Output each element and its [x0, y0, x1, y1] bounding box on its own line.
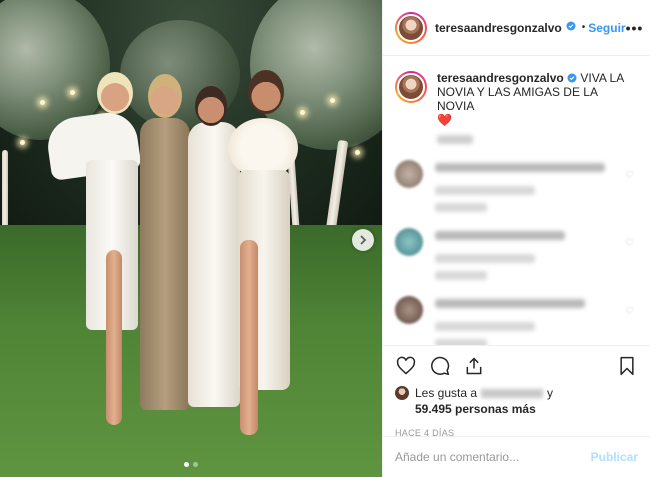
add-comment-bar: Publicar — [383, 436, 650, 477]
photo-light — [355, 150, 360, 155]
blurred-text — [435, 203, 487, 212]
more-options-icon[interactable]: ••• — [626, 20, 644, 36]
comment-like-icon[interactable]: ♡ — [625, 306, 634, 317]
bookmark-icon[interactable] — [616, 355, 638, 377]
comment-item: ♡ — [395, 228, 638, 280]
blurred-text — [435, 163, 605, 172]
chevron-right-icon — [360, 235, 367, 245]
avatar[interactable] — [395, 71, 427, 103]
share-arrow-icon[interactable] — [463, 355, 485, 377]
photo-dress — [188, 122, 240, 407]
photo-light — [20, 140, 25, 145]
post-actions: Les gusta a y 59.495 personas más HACE 4… — [383, 345, 650, 438]
post-caption: teresaandresgonzalvo VIVA LA NOVIA Y LAS… — [395, 71, 638, 127]
photo-head — [148, 74, 182, 118]
publish-button[interactable]: Publicar — [591, 450, 638, 464]
photo-head — [97, 72, 133, 114]
likes-line: Les gusta a y — [395, 386, 638, 400]
caption-username[interactable]: teresaandresgonzalvo — [437, 71, 564, 85]
photo-leg — [106, 250, 122, 425]
blurred-text — [435, 254, 535, 263]
verified-badge-icon — [566, 21, 576, 34]
photo-head — [248, 70, 284, 114]
caption-meta-blurred — [437, 135, 638, 144]
carousel-indicator — [0, 462, 382, 467]
post-header: teresaandresgonzalvo • Seguir ••• — [383, 0, 650, 56]
blurred-text — [435, 231, 565, 240]
photo-feathers — [228, 118, 298, 178]
photo-light — [70, 90, 75, 95]
speech-bubble-icon[interactable] — [429, 355, 451, 377]
avatar[interactable] — [395, 296, 423, 324]
comment-body-blurred — [435, 228, 625, 280]
post-photo[interactable] — [0, 0, 382, 477]
blurred-text — [435, 186, 535, 195]
action-icons — [395, 352, 638, 380]
photo-light — [330, 98, 335, 103]
comment-item: ♡ — [395, 160, 638, 212]
avatar[interactable] — [395, 228, 423, 256]
photo-tree-trunk — [2, 150, 8, 230]
verified-badge-icon — [567, 73, 577, 83]
avatar[interactable] — [395, 160, 423, 188]
photo-light — [300, 110, 305, 115]
comment-body-blurred — [435, 296, 625, 345]
photo-light — [40, 100, 45, 105]
likes-suffix: y — [547, 386, 554, 400]
comment-item: ♡ — [395, 296, 638, 345]
carousel-dot — [184, 462, 189, 467]
avatar[interactable] — [395, 11, 427, 44]
comment-like-icon[interactable]: ♡ — [625, 238, 634, 249]
photo-dress — [140, 118, 190, 410]
comment-input[interactable] — [395, 450, 591, 464]
follow-button[interactable]: Seguir — [588, 21, 625, 35]
comments-section: teresaandresgonzalvo VIVA LA NOVIA Y LAS… — [383, 57, 650, 345]
likes-count[interactable]: 59.495 personas más — [415, 402, 638, 416]
header-username[interactable]: teresaandresgonzalvo — [435, 21, 562, 35]
comment-body-blurred — [435, 160, 625, 212]
separator-dot: • — [581, 22, 586, 33]
carousel-next-button[interactable] — [352, 229, 374, 251]
comment-like-icon[interactable]: ♡ — [625, 170, 634, 181]
blurred-text — [435, 299, 585, 308]
post-sidebar: teresaandresgonzalvo • Seguir ••• teresa… — [382, 0, 650, 477]
caption-text: teresaandresgonzalvo VIVA LA NOVIA Y LAS… — [437, 71, 633, 127]
blurred-text — [435, 322, 535, 331]
blurred-username[interactable] — [481, 388, 544, 398]
avatar[interactable] — [395, 386, 409, 400]
photo-leg — [240, 240, 258, 435]
carousel-dot — [193, 462, 198, 467]
blurred-text — [435, 271, 487, 280]
likes-prefix: Les gusta a — [415, 386, 478, 400]
caption-heart-emoji: ❤️ — [437, 113, 452, 127]
heart-outline-icon[interactable] — [395, 355, 417, 377]
photo-head — [195, 86, 227, 126]
